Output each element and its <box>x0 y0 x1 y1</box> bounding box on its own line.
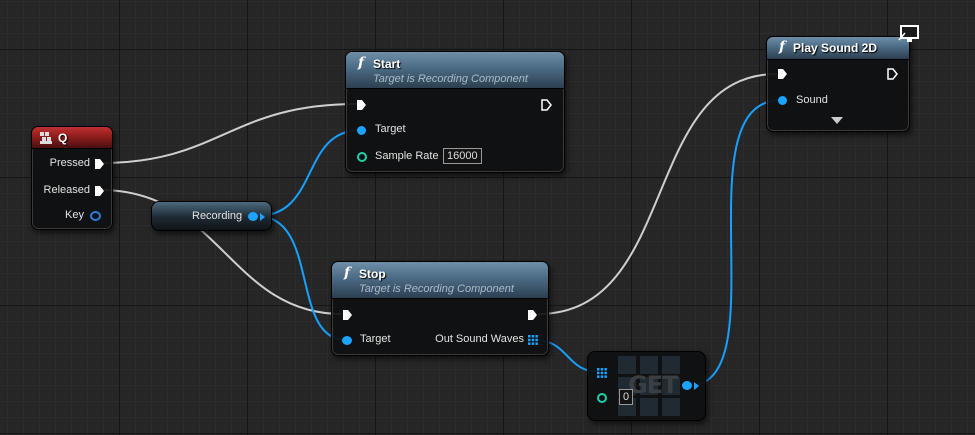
sample-rate-label: Sample Rate <box>375 150 439 162</box>
start-node-subtitle: Target is Recording Component <box>373 73 528 85</box>
sample-rate-input[interactable]: 16000 <box>443 148 482 164</box>
sound-pin[interactable] <box>778 96 787 105</box>
pin-label-pressed: Pressed <box>49 157 90 169</box>
get-output-pin[interactable] <box>682 381 692 390</box>
stop-node-subtitle: Target is Recording Component <box>359 283 514 295</box>
get-node-title: GET <box>628 371 678 399</box>
key-pin[interactable] <box>90 211 101 221</box>
start-node-header: f Start Target is Recording Component <box>346 52 564 89</box>
start-node-title: Start <box>373 57 401 71</box>
start-recording-node[interactable]: f Start Target is Recording Component Ta… <box>345 51 565 173</box>
exec-pin-released[interactable] <box>94 185 105 197</box>
event-node-title: Q <box>58 131 68 145</box>
index-pin[interactable] <box>597 393 607 403</box>
array-pin-icon[interactable] <box>528 335 538 345</box>
stop-node-title: Stop <box>359 267 386 281</box>
play-exec-in-pin[interactable] <box>777 68 788 80</box>
recording-variable-label: Recording <box>192 210 243 222</box>
event-node-header: Q <box>32 127 112 149</box>
pin-arrow-icon <box>694 382 699 390</box>
out-sound-waves-label: Out Sound Waves <box>435 333 524 345</box>
start-exec-in-pin[interactable] <box>356 99 367 111</box>
start-target-pin[interactable] <box>357 126 366 135</box>
stop-exec-out-pin[interactable] <box>527 309 538 321</box>
play-node-header: f Play Sound 2D <box>767 37 909 60</box>
index-input[interactable]: 0 <box>619 389 634 405</box>
recording-variable-node[interactable]: Recording <box>151 201 272 231</box>
function-icon: f <box>358 55 365 71</box>
exec-pin-pressed[interactable] <box>94 158 105 170</box>
wire-get-to-sound[interactable] <box>687 99 782 387</box>
stop-exec-in-pin[interactable] <box>342 309 353 321</box>
pin-arrow-icon <box>260 213 265 221</box>
start-target-label: Target <box>375 123 406 135</box>
stop-recording-node[interactable]: f Stop Target is Recording Component Tar… <box>331 261 549 356</box>
monitor-icon <box>898 25 919 42</box>
key-event-node-q[interactable]: Q Pressed Released Key <box>31 126 113 230</box>
blueprint-graph-canvas[interactable]: Q Pressed Released Key f Start Target is… <box>0 0 975 435</box>
sound-label: Sound <box>796 94 828 106</box>
pin-label-released: Released <box>43 184 90 196</box>
array-get-node[interactable]: GET 0 <box>587 351 706 421</box>
pin-label-key: Key <box>65 209 84 221</box>
play-exec-out-pin[interactable] <box>887 68 898 80</box>
start-exec-out-pin[interactable] <box>541 99 552 111</box>
play-node-title: Play Sound 2D <box>793 41 878 55</box>
recording-output-pin[interactable] <box>248 212 258 221</box>
wire-stop-to-playsound[interactable] <box>537 73 778 315</box>
expand-arrow-icon[interactable] <box>831 117 843 125</box>
stop-target-pin[interactable] <box>342 336 352 345</box>
play-sound-2d-node[interactable]: f Play Sound 2D Sound <box>766 25 919 132</box>
sample-rate-pin[interactable] <box>357 152 367 162</box>
function-icon: f <box>779 39 786 55</box>
stop-target-label: Target <box>360 333 391 345</box>
stop-node-header: f Stop Target is Recording Component <box>332 262 548 299</box>
array-input-pin[interactable] <box>597 368 607 378</box>
keyboard-icon <box>40 132 52 144</box>
wire-pressed-to-start[interactable] <box>100 103 358 164</box>
function-icon: f <box>344 265 351 281</box>
